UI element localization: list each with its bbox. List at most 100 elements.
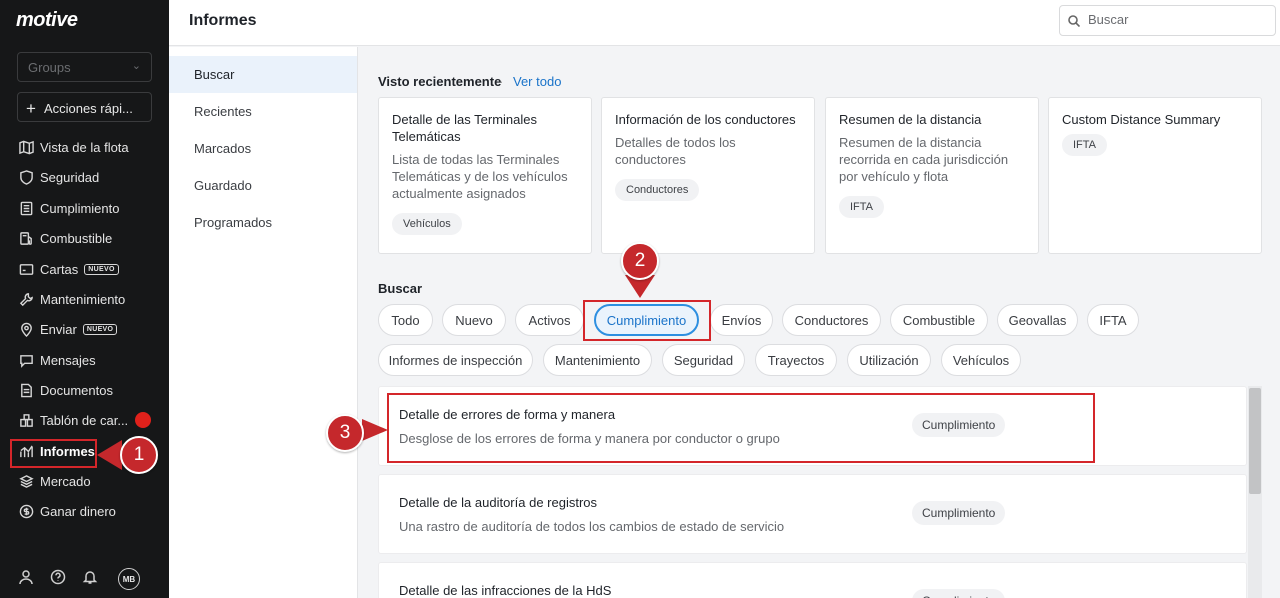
new-badge: NUEVO [84, 263, 119, 275]
search-box[interactable] [1059, 5, 1276, 36]
callout-3: 3 [326, 414, 364, 452]
card-tag: Conductores [615, 179, 700, 201]
page-title: Informes [189, 12, 257, 29]
quick-actions-button[interactable]: + Acciones rápi... [17, 92, 152, 122]
search-input[interactable] [1088, 12, 1268, 27]
sidebar-item-label: Mantenimiento [40, 291, 126, 307]
sidebar-item-dispatch[interactable]: Enviar NUEVO [18, 317, 118, 341]
report-description: Una rastro de auditoría de todos los cam… [399, 519, 785, 534]
filter-chip-all[interactable]: Todo [378, 304, 433, 336]
layers-icon [18, 473, 34, 489]
filter-chip-geofences[interactable]: Geovallas [997, 304, 1078, 336]
sidebar-item-marketplace[interactable]: Mercado [18, 469, 91, 493]
sidebar: motive Groups ⌄ + Acciones rápi... Vista … [0, 0, 169, 598]
filter-chip-drivers[interactable]: Conductores [782, 304, 881, 336]
sidebar-item-maintenance[interactable]: Mantenimiento [18, 287, 125, 311]
callout-2: 2 [621, 242, 659, 280]
sidebar-item-label: Vista de la flota [40, 139, 129, 155]
shield-icon [18, 169, 34, 185]
report-tag: Cumplimiento [912, 589, 1006, 598]
card-title: Detalle de las Terminales Telemáticas [392, 112, 537, 144]
filter-chip-utilization[interactable]: Utilización [847, 344, 931, 376]
callout-1: 1 [120, 436, 158, 474]
filter-chip-inspection-reports[interactable]: Informes de inspección [378, 344, 533, 376]
sidebar-item-label: Enviar [40, 321, 77, 337]
sidebar-item-load-board[interactable]: Tablón de car... [18, 408, 128, 432]
fuel-icon [18, 230, 34, 246]
avatar[interactable]: MB [118, 568, 140, 590]
subnav-item-recent[interactable]: Recientes [169, 93, 357, 130]
filter-chip-ifta[interactable]: IFTA [1087, 304, 1139, 336]
card-title: Resumen de la distancia [839, 112, 982, 127]
recent-card[interactable]: Resumen de la distancia Resumen de la di… [825, 97, 1039, 254]
sidebar-item-label: Combustible [40, 230, 113, 246]
help-icon[interactable] [50, 569, 66, 590]
filter-chip-safety[interactable]: Seguridad [662, 344, 745, 376]
filter-chip-fuel[interactable]: Combustible [890, 304, 988, 336]
sidebar-item-label: Tablón de car... [40, 412, 129, 428]
card-tag: Vehículos [392, 213, 462, 235]
location-icon [18, 321, 34, 337]
filter-chip-dispatch[interactable]: Envíos [710, 304, 773, 336]
report-result-row[interactable]: Detalle de las infracciones de la HdS Cu… [378, 562, 1247, 598]
recent-card[interactable]: Información de los conductores Detalles … [601, 97, 815, 254]
report-title: Detalle de la auditoría de registros [399, 495, 598, 510]
top-header: Informes [169, 0, 1280, 46]
quick-actions-label: Acciones rápi... [43, 101, 133, 116]
recent-card[interactable]: Detalle de las Terminales Telemáticas Li… [378, 97, 592, 254]
filter-chip-trips[interactable]: Trayectos [755, 344, 837, 376]
sidebar-item-earn-money[interactable]: Ganar dinero [18, 499, 116, 523]
motive-logo[interactable]: motive [16, 9, 78, 32]
filter-chip-assets[interactable]: Activos [515, 304, 584, 336]
report-title: Detalle de las infracciones de la HdS [399, 583, 612, 598]
search-section-title: Buscar [378, 281, 423, 296]
card-tag: IFTA [1062, 134, 1108, 156]
subnav-item-bookmarked[interactable]: Marcados [169, 130, 357, 167]
plus-icon: + [26, 99, 36, 118]
dollar-icon [18, 503, 34, 519]
search-icon [1068, 15, 1080, 27]
recent-card[interactable]: Custom Distance Summary IFTA [1048, 97, 1262, 254]
sidebar-item-messages[interactable]: Mensajes [18, 348, 96, 372]
message-icon [18, 352, 34, 368]
new-badge: NUEVO [82, 323, 118, 335]
highlight-box-informes [10, 439, 97, 468]
sidebar-item-label: Ganar dinero [40, 503, 116, 519]
reports-subnav: Buscar Recientes Marcados Guardado Progr… [169, 47, 358, 598]
filter-chip-maintenance[interactable]: Mantenimiento [543, 344, 652, 376]
users-settings-icon[interactable] [18, 569, 34, 590]
recent-section-title: Visto recientemente [378, 74, 502, 89]
filter-chip-vehicles[interactable]: Vehículos [941, 344, 1021, 376]
wrench-icon [18, 291, 34, 307]
groups-select[interactable]: Groups ⌄ [17, 52, 152, 82]
highlight-box-result [387, 393, 1095, 463]
groups-placeholder: Groups [28, 60, 71, 75]
card-description: Lista de todas las Terminales Telemática… [392, 152, 568, 201]
sidebar-footer: MB [18, 568, 140, 590]
report-result-row[interactable]: Detalle de la auditoría de registros Una… [378, 474, 1247, 554]
subnav-item-search[interactable]: Buscar [169, 56, 357, 93]
document-icon [18, 200, 34, 216]
results-scrollbar-thumb[interactable] [1249, 388, 1261, 494]
chevron-down-icon: ⌄ [131, 60, 141, 72]
board-icon [18, 412, 34, 428]
sidebar-item-documents[interactable]: Documentos [18, 378, 113, 402]
view-all-link[interactable]: Ver todo [513, 74, 561, 89]
bell-icon[interactable] [82, 569, 98, 590]
sidebar-item-fuel[interactable]: Combustible [18, 226, 112, 250]
sidebar-item-compliance[interactable]: Cumplimiento [18, 196, 119, 220]
card-description: Resumen de la distancia recorrida en cad… [839, 135, 1009, 184]
card-title: Custom Distance Summary [1062, 112, 1221, 127]
sidebar-item-cards[interactable]: Cartas NUEVO [18, 257, 119, 281]
sidebar-item-fleet-view[interactable]: Vista de la flota [18, 135, 129, 159]
sidebar-item-label: Cartas [40, 261, 79, 277]
sidebar-item-label: Cumplimiento [40, 200, 120, 216]
card-icon [18, 261, 34, 277]
sidebar-item-safety[interactable]: Seguridad [18, 165, 99, 189]
subnav-item-scheduled[interactable]: Programados [169, 204, 357, 241]
subnav-item-saved[interactable]: Guardado [169, 167, 357, 204]
notification-dot [135, 412, 151, 428]
card-tag: IFTA [839, 196, 885, 218]
separator-dot: · [499, 74, 504, 89]
filter-chip-new[interactable]: Nuevo [442, 304, 506, 336]
